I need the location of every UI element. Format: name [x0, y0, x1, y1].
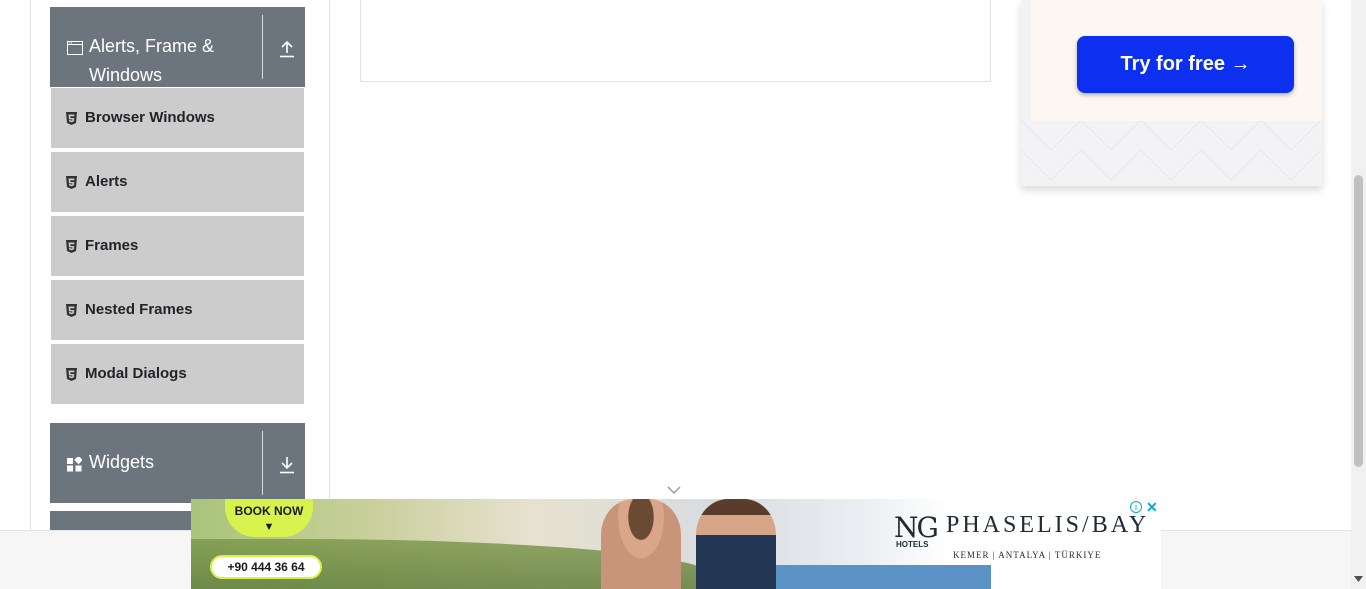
- chevron-down-icon[interactable]: [667, 485, 681, 495]
- scroll-down-icon[interactable]: [1354, 576, 1363, 582]
- main-content-panel: [360, 0, 991, 82]
- group-title-line1: Alerts, Frame &: [89, 36, 215, 56]
- expand-down-icon[interactable]: [274, 452, 300, 478]
- html5-icon: [66, 304, 77, 317]
- html5-icon: [66, 176, 77, 189]
- html5-icon: [66, 368, 77, 381]
- book-now-arrow-icon: ▼: [263, 521, 275, 533]
- sidebar-item-label: Browser Windows: [85, 109, 215, 126]
- book-now-label: BOOK NOW: [234, 504, 304, 518]
- ad-woman-image: [601, 499, 681, 589]
- group-title-line2: Windows: [89, 65, 163, 85]
- html5-icon: [66, 240, 77, 253]
- try-for-free-button[interactable]: Try for free →: [1077, 36, 1294, 93]
- scrollbar-thumb[interactable]: [1354, 175, 1363, 467]
- header-divider: [262, 431, 263, 495]
- group-header-alerts-frame-windows[interactable]: Alerts, Frame & Windows: [50, 7, 305, 87]
- sidebar-left-border: [30, 0, 31, 530]
- book-now-button[interactable]: BOOK NOW ▼: [225, 499, 313, 537]
- brand-name: PHASELIS/BAY: [946, 512, 1150, 538]
- sidebar-item-label: Frames: [85, 237, 139, 254]
- collapse-up-icon[interactable]: [274, 36, 300, 62]
- hotel-logo-sub: HOTELS: [896, 540, 929, 549]
- ad-sea-image: [751, 565, 991, 589]
- sidebar-item-alerts[interactable]: Alerts: [51, 152, 304, 214]
- window-icon: [67, 40, 83, 59]
- ad-info-icon[interactable]: i: [1130, 501, 1142, 513]
- banner-ad[interactable]: BOOK NOW ▼ +90 444 36 64 NG HOTELS PHASE…: [191, 499, 1161, 589]
- sidebar-item-nested-frames[interactable]: Nested Frames: [51, 280, 304, 342]
- brand-location: KEMER | ANTALYA | TÜRKIYE: [953, 550, 1102, 560]
- group-title: Widgets: [89, 452, 155, 472]
- header-divider: [262, 15, 263, 79]
- ad-close-icon[interactable]: ✕: [1146, 499, 1158, 516]
- sidebar-item-label: Alerts: [85, 173, 128, 190]
- sidebar-item-label: Nested Frames: [85, 301, 193, 318]
- page: Alerts, Frame & Windows Browser Windows …: [0, 0, 1366, 589]
- sidebar-item-browser-windows[interactable]: Browser Windows: [51, 88, 304, 150]
- sidebar-right-border: [329, 0, 330, 530]
- html5-icon: [66, 112, 77, 125]
- group-header-widgets[interactable]: Widgets: [50, 423, 305, 503]
- sidebar-item-label: Modal Dialogs: [85, 365, 187, 382]
- side-ad[interactable]: Try for free →: [1021, 0, 1322, 186]
- ad-man-image: [696, 499, 776, 589]
- sidebar-item-frames[interactable]: Frames: [51, 216, 304, 278]
- widgets-icon: [67, 455, 83, 476]
- sidebar-item-modal-dialogs[interactable]: Modal Dialogs: [51, 344, 304, 406]
- phone-number[interactable]: +90 444 36 64: [210, 555, 322, 579]
